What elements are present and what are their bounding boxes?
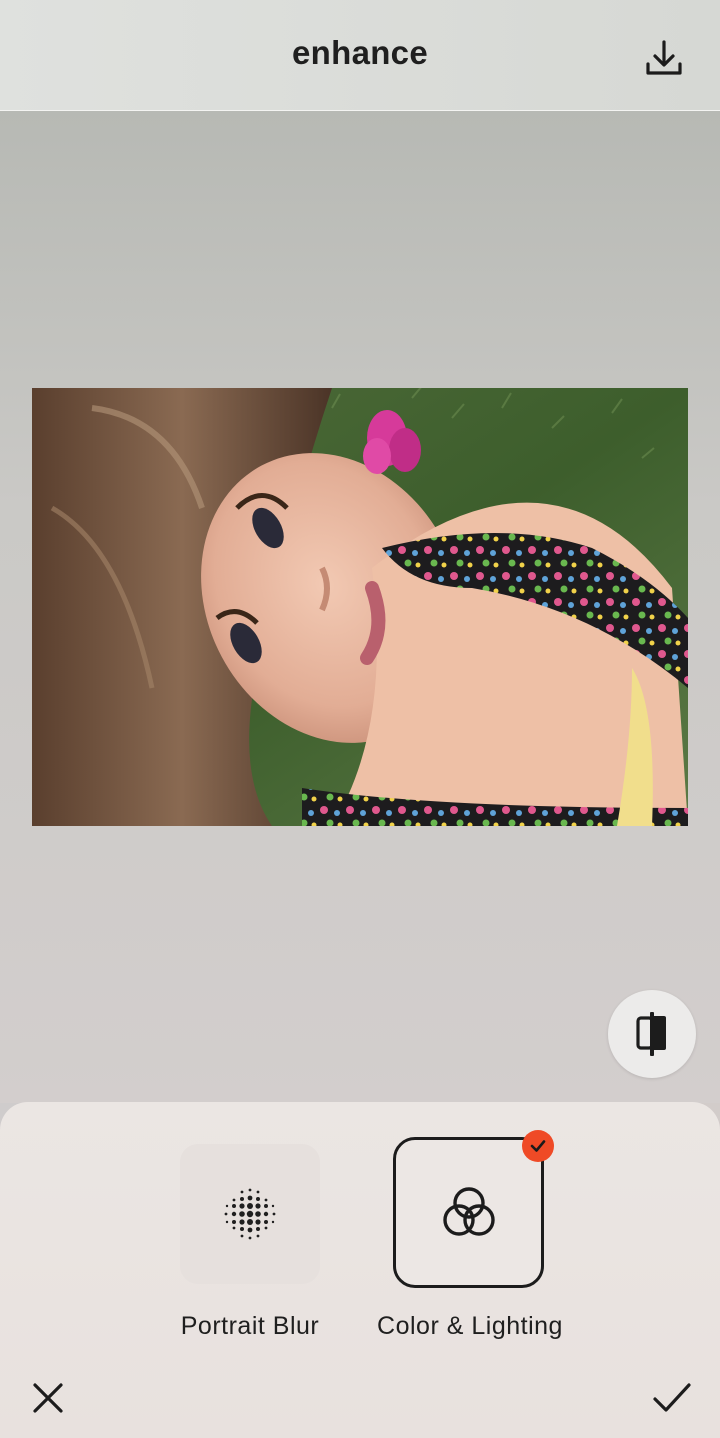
compare-button[interactable] xyxy=(608,990,696,1078)
download-icon xyxy=(646,40,682,75)
download-button[interactable] xyxy=(636,30,692,86)
check-badge-icon xyxy=(530,1140,546,1152)
compare-split-icon xyxy=(636,1012,666,1056)
close-button[interactable] xyxy=(22,1372,74,1424)
close-icon xyxy=(33,1383,63,1413)
top-bar: enhance xyxy=(0,0,720,111)
color-lighting-label: Color & Lighting xyxy=(377,1312,563,1340)
dotted-sphere-icon xyxy=(224,1188,276,1240)
checkmark-icon xyxy=(653,1383,691,1412)
preview-photo xyxy=(32,388,688,826)
portrait-blur-label: Portrait Blur xyxy=(180,1312,320,1340)
selected-badge xyxy=(522,1130,554,1162)
color-lighting-tool[interactable] xyxy=(393,1137,544,1288)
tools-panel: Portrait Blur Color & Lighting xyxy=(0,1102,720,1438)
interlinked-circles-icon xyxy=(442,1186,495,1236)
page-title: enhance xyxy=(292,34,428,71)
portrait-blur-tool[interactable] xyxy=(180,1144,320,1284)
portrait-photo xyxy=(32,388,688,826)
confirm-button[interactable] xyxy=(646,1372,698,1424)
